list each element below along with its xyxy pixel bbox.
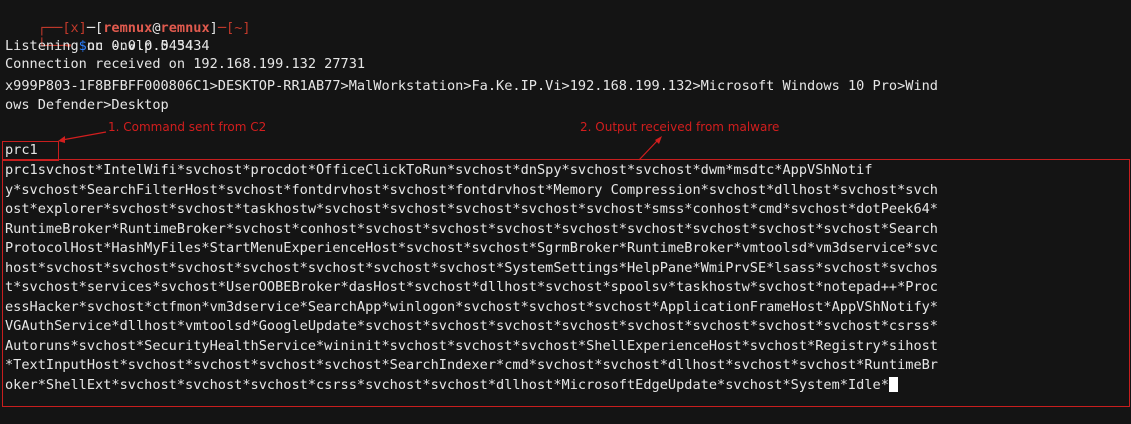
command-sent-text: prc1 xyxy=(5,142,38,158)
process-line: ost*explorer*svchost*svchost*taskhostw*s… xyxy=(5,201,938,217)
arrow-c2-icon xyxy=(58,131,107,143)
process-line: y*svchost*SearchFilterHost*svchost*fontd… xyxy=(5,182,938,198)
annotation-c2: 1. Command sent from C2 xyxy=(108,120,267,134)
process-line: Autoruns*svchost*SecurityHealthService*w… xyxy=(5,338,938,354)
process-line: t*svchost*services*svchost*UserOOBEBroke… xyxy=(5,279,938,295)
process-line: RuntimeBroker*RuntimeBroker*svchost*conh… xyxy=(5,221,938,237)
prompt-cwd: [~] xyxy=(226,19,251,36)
process-line: *TextInputHost*svchost*svchost*svchost*s… xyxy=(5,357,938,373)
listening-text: Listening on 0.0.0.0 5434 xyxy=(5,38,210,54)
process-line: ProtocolHost*HashMyFiles*StartMenuExperi… xyxy=(5,240,938,256)
annotation-malware: 2. Output received from malware xyxy=(580,120,780,134)
terminal-window[interactable]: ┌──[x]─[remnux@remnux]─[~] └──╼ $nc -nvl… xyxy=(0,0,1131,424)
terminal-cursor[interactable] xyxy=(888,377,898,392)
process-line: VGAuthService*dllhost*vmtoolsd*GoogleUpd… xyxy=(5,318,938,334)
process-line: essHacker*svchost*ctfmon*vm3dservice*Sea… xyxy=(5,299,938,315)
beacon-text-1: x999P803-1F8BFBFF000806C1>DESKTOP-RR1AB7… xyxy=(5,78,938,94)
process-line: oker*ShellExt*svchost*svchost*svchost*cs… xyxy=(5,377,889,393)
connection-text: Connection received on 192.168.199.132 2… xyxy=(5,56,366,72)
process-line-last: oker*ShellExt*svchost*svchost*svchost*cs… xyxy=(5,376,898,395)
process-line: prc1svchost*IntelWifi*svchost*procdot*Of… xyxy=(5,162,873,178)
process-line: host*svchost*svchost*svchost*svchost*svc… xyxy=(5,260,938,276)
beacon-text-2: ows Defender>Desktop xyxy=(5,97,169,113)
